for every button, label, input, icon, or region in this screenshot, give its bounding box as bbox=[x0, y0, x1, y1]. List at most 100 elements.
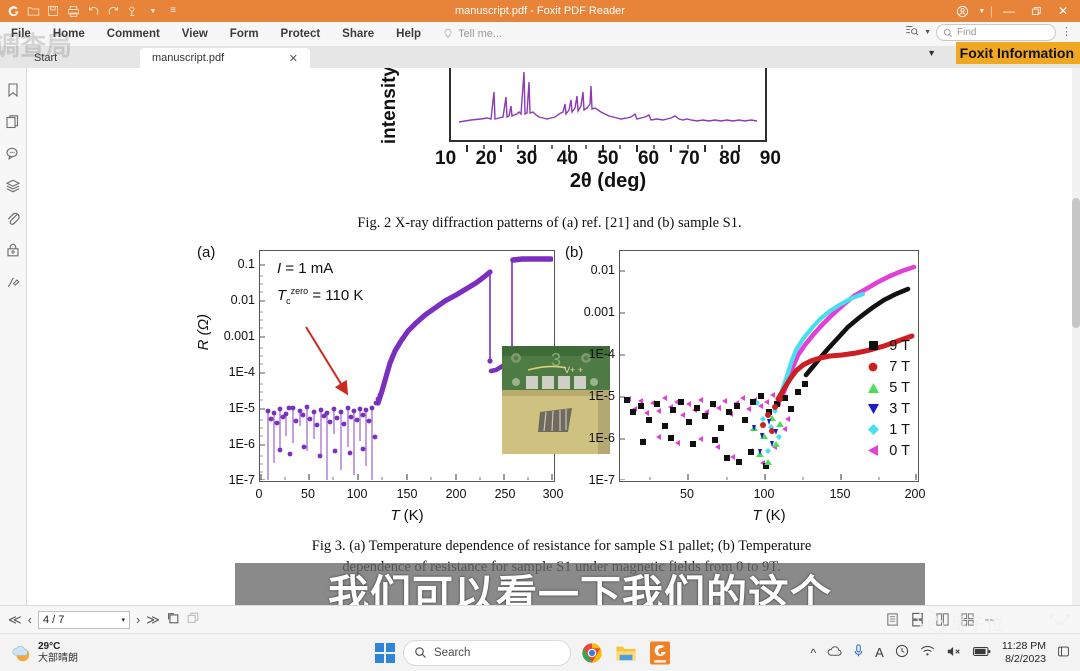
y-tick-a: 1E-4 bbox=[228, 365, 255, 379]
menu-protect[interactable]: Protect bbox=[270, 22, 332, 46]
xrd-plot-area bbox=[449, 68, 767, 142]
vertical-scrollbar[interactable] bbox=[1072, 68, 1080, 605]
more-icon[interactable]: ≡ bbox=[164, 2, 182, 20]
current-annotation: I = 1 mA bbox=[277, 260, 334, 277]
account-chevron-icon[interactable]: ▼ bbox=[977, 0, 987, 22]
chevron-up-icon[interactable]: ^ bbox=[811, 646, 817, 660]
menu-comment[interactable]: Comment bbox=[96, 22, 171, 46]
x-tick-a: 100 bbox=[346, 487, 368, 501]
x-tick-b: 50 bbox=[680, 487, 694, 501]
panel-b-label: (b) bbox=[565, 244, 584, 261]
tab-close-icon[interactable]: ✕ bbox=[289, 52, 298, 65]
window-controls: ▼ | — ✕ bbox=[950, 0, 1076, 22]
menu-share[interactable]: Share bbox=[331, 22, 385, 46]
page-number-value: 4 / 7 bbox=[42, 613, 65, 626]
find-placeholder-text: Find bbox=[957, 27, 977, 38]
menu-view[interactable]: View bbox=[171, 22, 219, 46]
xrd-trace bbox=[458, 71, 758, 123]
security-icon[interactable] bbox=[3, 240, 23, 260]
find-input[interactable]: Find bbox=[936, 24, 1056, 41]
taskbar-weather-widget[interactable]: 29°C 大部晴朗 bbox=[0, 641, 78, 664]
chrome-icon[interactable] bbox=[579, 640, 605, 666]
legend-item: 3 T bbox=[867, 400, 910, 417]
print-icon[interactable] bbox=[64, 2, 82, 20]
quick-access-toolbar: ▼ ≡ bbox=[0, 2, 182, 20]
redo-icon[interactable] bbox=[104, 2, 122, 20]
duplicate-view-icon[interactable] bbox=[186, 611, 200, 628]
foxit-pdf-icon[interactable] bbox=[647, 640, 673, 666]
notice-chevron-icon[interactable]: ▼ bbox=[927, 42, 936, 64]
legend-label: 5 T bbox=[889, 379, 910, 396]
annotation-arrow-icon bbox=[305, 326, 349, 396]
figure-3a-panel: (a) R (Ω) 0.1 0.01 0.001 1E-4 1E-5 1E-6 … bbox=[195, 242, 610, 524]
tab-start[interactable]: Start bbox=[22, 48, 69, 68]
touch-mode-icon[interactable] bbox=[124, 2, 142, 20]
next-page-button[interactable]: › bbox=[136, 612, 140, 627]
previous-page-button[interactable]: ‹ bbox=[28, 612, 32, 627]
document-viewport[interactable]: intensity 10 20 30 40 50 60 70 80 90 2θ … bbox=[27, 68, 1072, 605]
taskbar-clock[interactable]: 11:28 PM 8/2/2023 bbox=[1002, 640, 1046, 665]
attachments-icon[interactable] bbox=[3, 208, 23, 228]
page-dropdown-chevron-icon[interactable]: ▾ bbox=[121, 616, 125, 624]
search-options-chevron-icon[interactable]: ▼ bbox=[924, 29, 931, 36]
y-tick-b: 0.001 bbox=[583, 305, 615, 319]
single-page-icon[interactable] bbox=[885, 612, 900, 627]
undo-icon[interactable] bbox=[84, 2, 102, 20]
file-explorer-icon[interactable] bbox=[613, 640, 639, 666]
lightbulb-icon bbox=[444, 28, 452, 38]
tab-manuscript[interactable]: manuscript.pdf ✕ bbox=[140, 48, 310, 68]
menu-file[interactable]: File bbox=[0, 22, 42, 46]
menu-home[interactable]: Home bbox=[42, 22, 96, 46]
scrollbar-thumb[interactable] bbox=[1072, 198, 1080, 328]
ime-icon[interactable]: A bbox=[875, 645, 884, 660]
account-icon[interactable] bbox=[950, 0, 976, 22]
open-folder-icon[interactable] bbox=[24, 2, 42, 20]
search-options-icon[interactable] bbox=[905, 23, 919, 42]
foxit-information-banner[interactable]: Foxit Information bbox=[955, 42, 1080, 64]
partly-sunny-icon bbox=[10, 642, 32, 664]
layers-icon[interactable] bbox=[3, 176, 23, 196]
save-icon[interactable] bbox=[44, 2, 62, 20]
minimize-button[interactable]: — bbox=[996, 0, 1022, 22]
x-tick-b: 200 bbox=[904, 487, 926, 501]
notification-icon[interactable] bbox=[1057, 645, 1070, 661]
x-tick-b: 150 bbox=[829, 487, 851, 501]
page-number-input[interactable]: 4 / 7 ▾ bbox=[37, 610, 130, 629]
title-bar: ▼ ≡ manuscript.pdf - Foxit PDF Reader ▼ … bbox=[0, 0, 1080, 22]
panel-b-legend: 9 T 7 T 5 T 3 T 1 T 0 T bbox=[867, 337, 910, 459]
onedrive-icon[interactable] bbox=[827, 645, 842, 660]
menu-help[interactable]: Help bbox=[385, 22, 432, 46]
bookmark-icon[interactable] bbox=[3, 80, 23, 100]
xrd-y-axis-label: intensity bbox=[379, 68, 400, 145]
first-page-button[interactable]: ≪ bbox=[8, 612, 22, 628]
last-page-button[interactable]: ≫ bbox=[146, 612, 160, 628]
chevron-down-icon[interactable]: ▼ bbox=[144, 2, 162, 20]
x-tick-a: 200 bbox=[445, 487, 467, 501]
page-navigation: ≪ ‹ 4 / 7 ▾ › ≫ bbox=[0, 610, 200, 629]
more-options-icon[interactable]: ⋮ bbox=[1061, 27, 1072, 38]
mute-icon[interactable] bbox=[946, 645, 962, 661]
clock-time: 11:28 PM bbox=[1001, 639, 1046, 652]
battery-icon[interactable] bbox=[972, 646, 991, 660]
comments-icon[interactable] bbox=[3, 144, 23, 164]
microphone-icon[interactable] bbox=[853, 644, 864, 661]
x-tick-a: 250 bbox=[494, 487, 516, 501]
wifi-icon[interactable] bbox=[920, 645, 935, 660]
tell-me-search[interactable]: Tell me... bbox=[442, 28, 502, 40]
xrd-tick: 50 bbox=[597, 148, 619, 169]
system-tray: ^ A 11:28 PM 8/2/2023 bbox=[811, 640, 1070, 665]
xrd-tick: 70 bbox=[678, 148, 700, 169]
taskbar-search-input[interactable]: Search bbox=[403, 639, 571, 666]
xrd-figure: intensity 10 20 30 40 50 60 70 80 90 2θ … bbox=[379, 68, 781, 192]
close-button[interactable]: ✕ bbox=[1050, 0, 1076, 22]
windows-start-icon[interactable] bbox=[375, 642, 395, 663]
legend-label: 7 T bbox=[889, 358, 910, 375]
pages-icon[interactable] bbox=[3, 112, 23, 132]
clock-icon[interactable] bbox=[895, 644, 909, 661]
rotate-view-icon[interactable] bbox=[166, 611, 180, 628]
menu-form[interactable]: Form bbox=[219, 22, 270, 46]
pdf-page: intensity 10 20 30 40 50 60 70 80 90 2θ … bbox=[27, 68, 1072, 605]
y-tick-b: 1E-7 bbox=[588, 473, 615, 487]
signature-icon[interactable] bbox=[3, 272, 23, 292]
restore-button[interactable] bbox=[1023, 0, 1049, 22]
